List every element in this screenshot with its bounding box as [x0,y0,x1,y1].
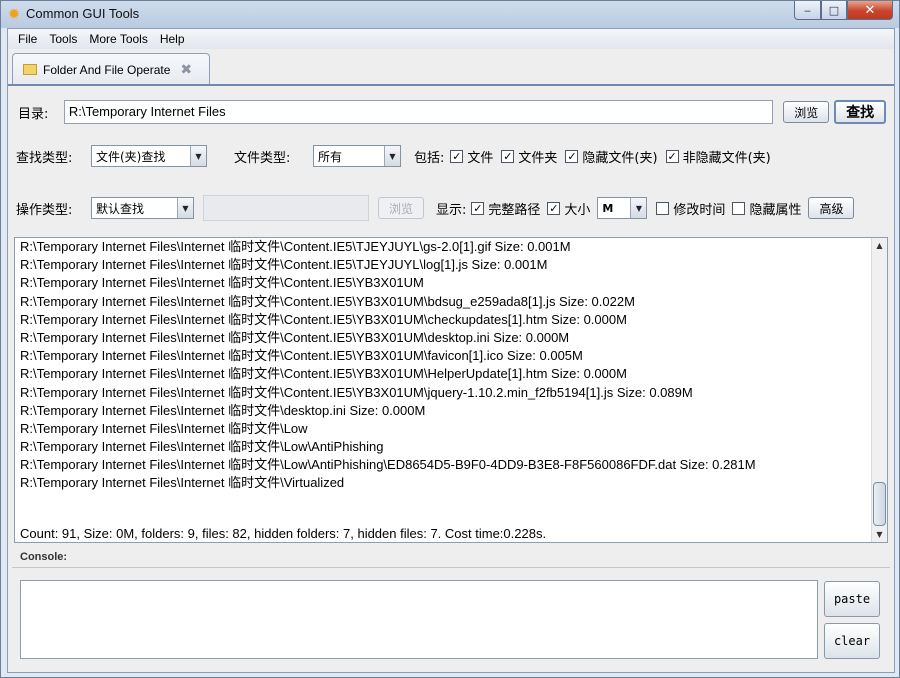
directory-label: 目录: [18,106,49,122]
search-options-row: 查找类型: 文件(夹)查找 ▼ 文件类型: 所有 ▼ 包括: ✓ 文件 ✓ 文件… [16,145,886,167]
operation-type-label: 操作类型: [16,202,73,218]
result-line[interactable]: R:\Temporary Internet Files\Internet 临时文… [20,456,871,474]
file-type-select[interactable]: 所有 ▼ [313,145,401,167]
folder-icon [23,64,37,75]
tab-strip: Folder And File Operate ✖ [8,49,894,86]
arrow-down-icon[interactable]: ▼ [872,527,887,542]
result-line[interactable]: R:\Temporary Internet Files\Internet 临时文… [20,384,871,402]
include-hidden-checkbox[interactable]: ✓ 隐藏文件(夹) [565,147,658,166]
include-files-checkbox[interactable]: ✓ 文件 [450,147,493,166]
console-label: Console: [20,551,68,563]
console-divider [12,567,890,568]
tab-label: Folder And File Operate [43,62,171,77]
chevron-down-icon: ▼ [384,146,400,166]
result-line[interactable]: R:\Temporary Internet Files\Internet 临时文… [20,438,871,456]
menu-help[interactable]: Help [154,32,191,46]
paste-button[interactable]: paste [824,581,880,617]
maximize-button[interactable]: □ [821,1,847,20]
operation-type-select[interactable]: 默认查找 ▼ [91,197,194,219]
scrollbar-thumb[interactable] [873,482,886,526]
checkbox-checked-icon: ✓ [471,201,485,215]
main-panel: File Tools More Tools Help Folder And Fi… [7,28,895,673]
window-title: Common GUI Tools [26,6,140,21]
checkbox-checked-icon: ✓ [547,201,561,215]
directory-row: 目录: R:\Temporary Internet Files 浏览 查找 [16,100,886,124]
tab-folder-file-operate[interactable]: Folder And File Operate ✖ [12,53,210,85]
file-type-label: 文件类型: [234,150,291,166]
search-type-select[interactable]: 文件(夹)查找 ▼ [91,145,207,167]
browse-directory-button[interactable]: 浏览 [783,101,830,123]
show-hidden-attr-label: 隐藏属性 [749,202,802,218]
search-type-value: 文件(夹)查找 [96,149,166,164]
operation-type-value: 默认查找 [96,201,145,216]
minimize-button[interactable]: ‒ [794,1,821,20]
size-unit-select[interactable]: M ▼ [597,197,648,219]
results-panel[interactable]: R:\Temporary Internet Files\Internet 临时文… [14,237,888,543]
app-window: ✹ Common GUI Tools ‒ □ ✕ File Tools More… [0,0,900,678]
chevron-down-icon: ▼ [177,198,193,218]
result-line[interactable]: R:\Temporary Internet Files\Internet 临时文… [20,311,871,329]
result-line[interactable]: R:\Temporary Internet Files\Internet 临时文… [20,274,871,292]
include-non-hidden-label: 非隐藏文件(夹) [682,150,771,166]
show-full-path-label: 完整路径 [488,202,541,218]
show-full-path-checkbox[interactable]: ✓ 完整路径 [471,199,540,218]
window-controls: ‒ □ ✕ [794,1,893,20]
result-line[interactable]: R:\Temporary Internet Files\Internet 临时文… [20,329,871,347]
arrow-up-icon[interactable]: ▲ [872,238,887,253]
close-button[interactable]: ✕ [847,1,893,20]
show-size-checkbox[interactable]: ✓ 大小 [547,199,590,218]
include-folders-label: 文件夹 [518,150,558,166]
include-files-label: 文件 [467,150,494,166]
results-scrollbar[interactable]: ▲ ▼ [871,238,887,542]
operation-browse-button: 浏览 [378,197,424,219]
search-type-label: 查找类型: [16,150,73,166]
show-modified-time-label: 修改时间 [673,202,726,218]
checkbox-unchecked-icon [732,201,746,215]
checkbox-unchecked-icon [656,201,670,215]
checkbox-checked-icon: ✓ [665,149,679,163]
result-line[interactable]: R:\Temporary Internet Files\Internet 临时文… [20,420,871,438]
checkbox-checked-icon: ✓ [501,149,515,163]
gear-icon: ✹ [7,5,21,23]
menu-more-tools[interactable]: More Tools [83,32,153,46]
include-non-hidden-checkbox[interactable]: ✓ 非隐藏文件(夹) [665,147,771,166]
checkbox-checked-icon: ✓ [565,149,579,163]
result-line[interactable]: R:\Temporary Internet Files\Internet 临时文… [20,238,871,256]
include-hidden-label: 隐藏文件(夹) [582,150,658,166]
result-line[interactable]: R:\Temporary Internet Files\Internet 临时文… [20,347,871,365]
results-summary: Count: 91, Size: 0M, folders: 9, files: … [20,526,547,541]
chevron-down-icon: ▼ [190,146,206,166]
size-unit-value: M [602,201,614,215]
tab-close-icon[interactable]: ✖ [180,61,192,78]
result-line[interactable]: R:\Temporary Internet Files\Internet 临时文… [20,365,871,383]
menu-tools[interactable]: Tools [43,32,83,46]
file-type-value: 所有 [318,149,343,164]
include-label: 包括: [414,150,445,166]
result-line[interactable]: R:\Temporary Internet Files\Internet 临时文… [20,474,871,492]
result-line[interactable]: R:\Temporary Internet Files\Internet 临时文… [20,293,871,311]
checkbox-checked-icon: ✓ [450,149,464,163]
advanced-button[interactable]: 高级 [808,197,855,219]
show-size-label: 大小 [564,202,591,218]
console-textarea[interactable] [20,580,818,659]
results-list[interactable]: R:\Temporary Internet Files\Internet 临时文… [15,238,871,542]
search-button[interactable]: 查找 [834,100,886,124]
result-line[interactable]: R:\Temporary Internet Files\Internet 临时文… [20,256,871,274]
operation-target-field [203,195,369,221]
tab-underline [8,84,894,86]
title-bar[interactable]: ✹ Common GUI Tools ‒ □ ✕ [1,1,899,28]
result-line[interactable]: R:\Temporary Internet Files\Internet 临时文… [20,402,871,420]
clear-button[interactable]: clear [824,623,880,659]
show-modified-time-checkbox[interactable]: 修改时间 [656,199,725,218]
operation-row: 操作类型: 默认查找 ▼ 浏览 显示: ✓ 完整路径 ✓ 大小 M ▼ 修改时间… [16,195,886,221]
chevron-down-icon: ▼ [630,198,647,218]
menu-file[interactable]: File [12,32,43,46]
include-folders-checkbox[interactable]: ✓ 文件夹 [501,147,557,166]
menu-bar: File Tools More Tools Help [8,29,894,49]
show-hidden-attr-checkbox[interactable]: 隐藏属性 [732,199,801,218]
display-label: 显示: [436,202,467,218]
directory-input[interactable]: R:\Temporary Internet Files [63,100,774,124]
